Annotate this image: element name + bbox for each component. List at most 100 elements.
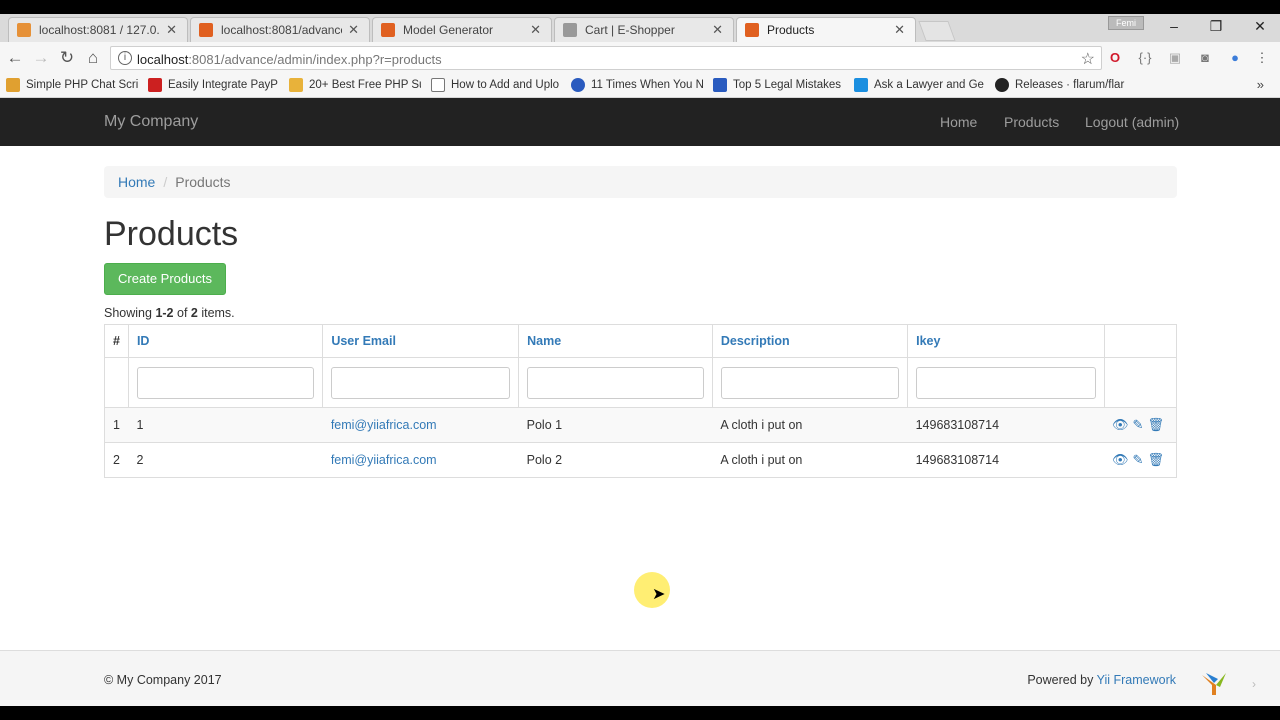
github-icon [995,78,1009,92]
address-bar[interactable]: i localhost:8081/advance/admin/index.php… [110,46,1102,70]
edit-pencil-icon[interactable]: ✎ [1133,417,1144,432]
reload-icon[interactable]: ↻ [57,48,77,68]
bookmark-item[interactable]: Releases · flarum/flar [995,78,1127,92]
bookmark-label: 20+ Best Free PHP Su [309,79,421,91]
brand-link[interactable]: My Company [104,113,198,131]
browser-tab[interactable]: Cart | E-Shopper ✕ [554,17,734,42]
breadcrumb-home-link[interactable]: Home [118,174,155,190]
sort-description-link[interactable]: Description [721,334,790,348]
forward-icon[interactable]: → [31,48,51,68]
bookmark-favicon-icon [571,78,585,92]
close-icon[interactable]: ✕ [712,22,723,38]
breadcrumb-separator: / [163,174,168,190]
powered-prefix: Powered by [1027,673,1097,687]
bookmark-item[interactable]: Simple PHP Chat Scri [6,78,138,92]
email-link[interactable]: femi@yiiafrica.com [331,418,437,432]
summary-suffix: items. [197,306,235,320]
column-header-description: Description [711,324,909,358]
close-icon[interactable]: ✕ [166,22,177,38]
breadcrumb: Home / Products [104,166,1177,198]
chevron-right-icon[interactable]: › [1252,677,1256,691]
sort-name-link[interactable]: Name [527,334,561,348]
delete-trash-icon[interactable]: 🗑 [1147,417,1164,432]
summary-total: 2 [190,306,198,320]
opera-extension-icon[interactable]: O [1107,50,1123,66]
bookmark-item[interactable]: Ask a Lawyer and Get [854,78,984,92]
browser-tab[interactable]: localhost:8081/advance ✕ [190,17,370,42]
menu-icon[interactable]: ⋮ [1254,50,1270,66]
filter-user-email-input[interactable] [331,366,511,399]
cell-name: Polo 2 [518,442,713,478]
bookmark-label: 11 Times When You N [591,79,703,91]
browser-tab[interactable]: Model Generator ✕ [372,17,552,42]
nav-logout-link[interactable]: Logout (admin) [1085,114,1179,130]
extension-icon[interactable]: ▣ [1167,50,1183,66]
restore-icon[interactable]: ❐ [1206,18,1226,35]
yii-framework-link[interactable]: Yii Framework [1097,673,1176,687]
tab-favicon-icon [745,23,759,37]
filter-cell-num [104,357,129,408]
column-header-name: Name [518,324,713,358]
delete-trash-icon[interactable]: 🗑 [1147,452,1164,467]
bookmark-item[interactable]: 20+ Best Free PHP Su [289,78,421,92]
bookmark-label: How to Add and Uplo [451,79,560,91]
close-icon[interactable]: ✕ [348,22,359,38]
browser-tab-active[interactable]: Products ✕ [736,17,916,42]
filter-cell-user-email [322,357,520,408]
filter-description-input[interactable] [720,366,900,399]
back-icon[interactable]: ← [5,48,25,68]
tab-favicon-icon [17,23,31,37]
cell-ikey: 149683108714 [907,407,1105,443]
home-icon[interactable]: ⌂ [83,48,103,68]
breadcrumb-current: Products [175,174,231,190]
filter-cell-actions [1103,357,1178,408]
new-tab-button[interactable] [918,21,956,41]
window-close-icon[interactable]: ✕ [1250,18,1270,35]
nav-home-link[interactable]: Home [940,114,977,130]
bookmark-label: Ask a Lawyer and Get [874,79,984,91]
chevron-more-icon[interactable]: » [1257,77,1264,92]
column-header-ikey: Ikey [907,324,1105,358]
footer-powered-by: Powered by Yii Framework [1027,673,1176,687]
camera-icon[interactable]: ◙ [1197,50,1213,66]
bookmark-favicon-icon [148,78,162,92]
filter-cell-ikey [907,357,1105,408]
bookmark-item[interactable]: How to Add and Uplo [431,78,561,92]
nav-products-link[interactable]: Products [1004,114,1059,130]
create-products-button[interactable]: Create Products [104,263,226,295]
tab-title: Products [767,23,815,37]
table-row: 1 1 femi@yiiafrica.com Polo 1 A cloth i … [104,407,1178,443]
code-extension-icon[interactable]: {·} [1137,50,1153,66]
info-icon[interactable]: i [118,51,132,65]
close-icon[interactable]: ✕ [530,22,541,38]
browser-tab[interactable]: localhost:8081 / 127.0.0 ✕ [8,17,188,42]
close-icon[interactable]: ✕ [894,22,905,38]
minimize-icon[interactable]: – [1164,18,1184,34]
sort-user-email-link[interactable]: User Email [331,334,396,348]
sort-id-link[interactable]: ID [137,334,150,348]
bookmark-item[interactable]: Top 5 Legal Mistakes [713,78,843,92]
summary-range: 1-2 [155,306,174,320]
tab-strip: localhost:8081 / 127.0.0 ✕ localhost:808… [0,14,1280,42]
bookmark-star-icon[interactable]: ☆ [1081,49,1095,69]
edit-pencil-icon[interactable]: ✎ [1133,452,1144,467]
tab-favicon-icon [199,23,213,37]
filter-name-input[interactable] [527,366,704,399]
sort-ikey-link[interactable]: Ikey [916,334,940,348]
browser-window: localhost:8081 / 127.0.0 ✕ localhost:808… [0,14,1280,706]
tab-title: Cart | E-Shopper [585,23,675,37]
bookmark-label: Top 5 Legal Mistakes [733,79,842,91]
view-eye-icon[interactable]: 👁 [1112,417,1129,432]
filter-ikey-input[interactable] [916,366,1096,399]
mouse-cursor-icon: ➤ [652,586,666,603]
profile-badge[interactable]: Femi [1108,16,1144,30]
bookmark-item[interactable]: 11 Times When You N [571,78,703,92]
yii-debug-toolbar-icon[interactable] [1200,669,1228,697]
view-eye-icon[interactable]: 👁 [1112,452,1129,467]
bookmark-item[interactable]: Easily Integrate PayPa [148,78,278,92]
filter-id-input[interactable] [136,366,315,399]
cell-actions: 👁 ✎ 🗑 [1104,442,1178,478]
tab-favicon-icon [381,23,395,37]
user-icon[interactable]: ● [1227,50,1243,66]
email-link[interactable]: femi@yiiafrica.com [331,453,437,467]
